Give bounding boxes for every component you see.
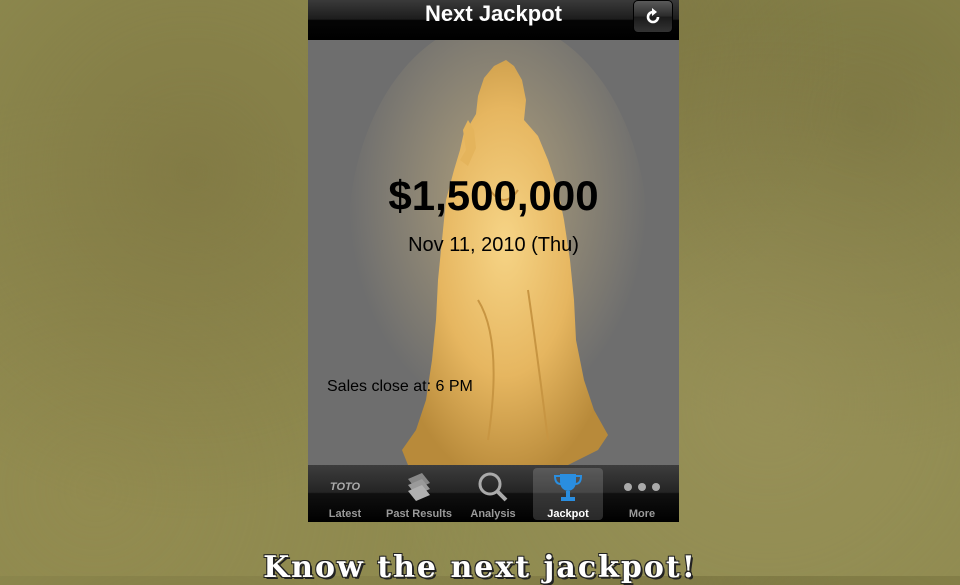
tab-label: More (628, 508, 656, 520)
refresh-button[interactable] (633, 0, 673, 33)
tab-bar: TOTO Latest Past Results Analysis Jackpo… (308, 465, 679, 522)
magnifier-toto-icon (458, 470, 528, 504)
jackpot-amount: $1,500,000 (388, 172, 599, 219)
sales-close-time: Sales close at: 6 PM (327, 378, 473, 395)
more-dots-icon (607, 470, 677, 504)
tab-analysis[interactable]: Analysis (458, 468, 528, 520)
refresh-icon (646, 7, 660, 23)
stacked-cards-icon (384, 470, 454, 504)
tab-past-results[interactable]: Past Results (384, 468, 454, 520)
toto-logo-icon: TOTO (310, 470, 380, 504)
tab-label: Jackpot (547, 508, 589, 520)
tab-label: Analysis (470, 508, 516, 520)
jackpot-content: $1,500,000 Nov 11, 2010 (Thu) Sales clos… (308, 40, 679, 465)
trophy-icon (533, 470, 603, 504)
tab-jackpot[interactable]: Jackpot (533, 468, 603, 520)
promo-caption: Know the next jackpot! (263, 550, 697, 585)
tab-latest[interactable]: TOTO Latest (310, 468, 380, 520)
tab-label: Past Results (385, 508, 453, 520)
navigation-bar: Next Jackpot (308, 0, 679, 40)
phone-screen: Next Jackpot $1,500,000 Nov 11, 2010 (Th… (308, 0, 679, 522)
toto-logo-text: TOTO (329, 481, 361, 493)
tab-more[interactable]: More (607, 468, 677, 520)
draw-date: Nov 11, 2010 (Thu) (408, 234, 579, 256)
tab-label: Latest (328, 508, 362, 520)
page-title: Next Jackpot (425, 1, 562, 26)
